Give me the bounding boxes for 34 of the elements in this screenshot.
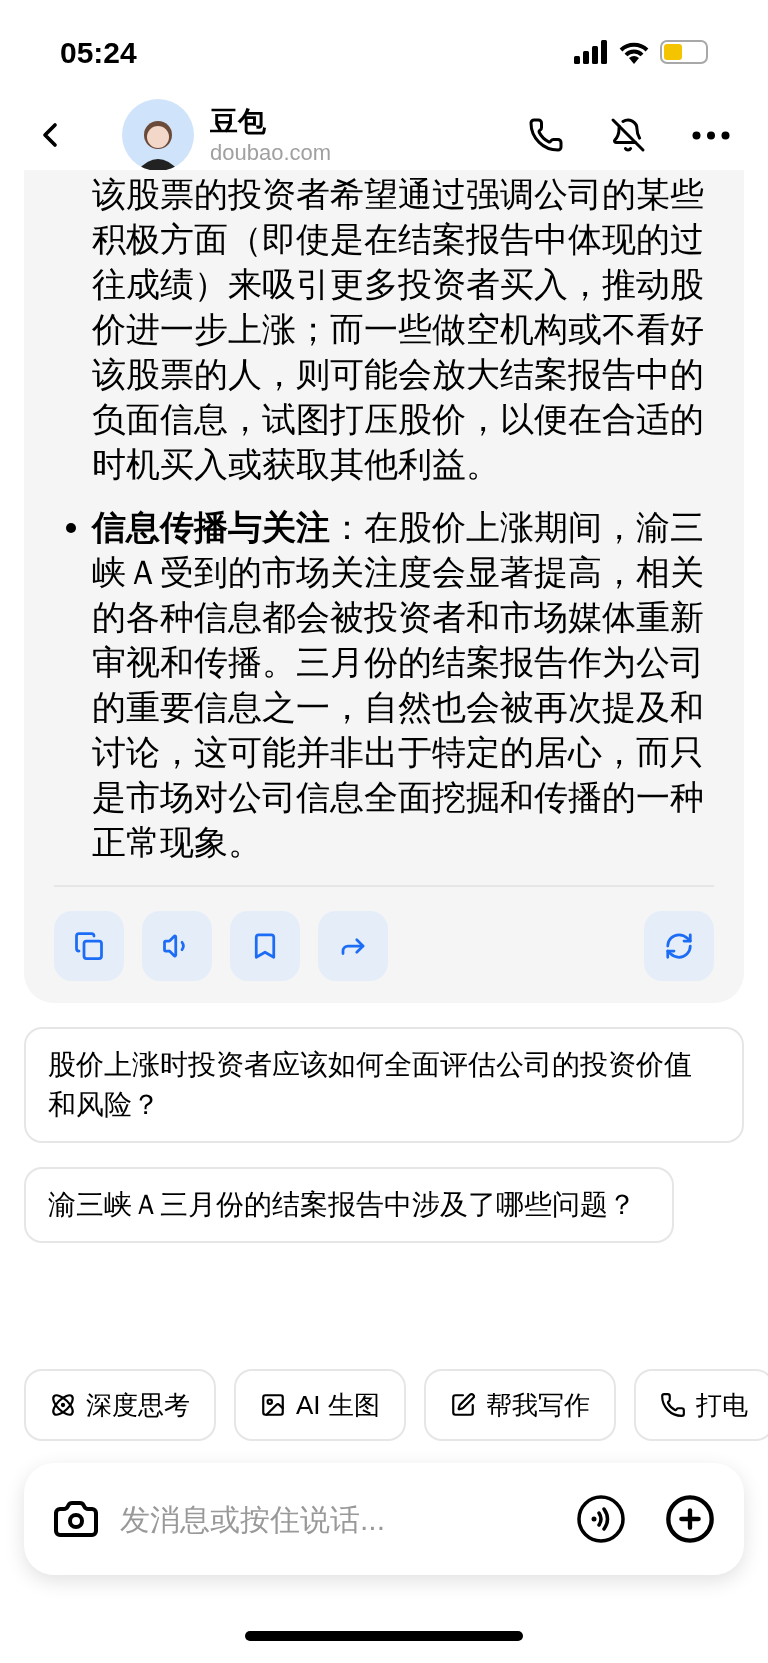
more-icon	[692, 130, 730, 140]
bookmark-button[interactable]	[230, 911, 300, 981]
atom-icon	[50, 1392, 76, 1418]
shortcut-chip[interactable]: 深度思考	[24, 1369, 216, 1441]
signal-icon	[574, 40, 608, 64]
voice-icon[interactable]	[576, 1494, 626, 1544]
chat-subtitle: doubao.com	[210, 138, 332, 167]
phone-icon	[659, 1392, 686, 1418]
bullet-icon	[66, 523, 76, 533]
image-icon	[260, 1392, 286, 1418]
shortcut-chip[interactable]: 打电	[633, 1369, 768, 1441]
mute-button[interactable]	[610, 117, 646, 153]
shortcut-chip[interactable]: AI 生图	[234, 1369, 406, 1441]
phone-icon	[528, 117, 564, 153]
regenerate-button[interactable]	[644, 911, 714, 981]
message-text: 该股票的投资者希望通过强调公司的某些积极方面（即使是在结案报告中体现的过往成绩）来吸引更多投资者买入，推动股价进一步上涨；而一些做空机构或不看好该股票的人，则可能会放大结案报告中的负面信息，试图打压股价，以便在合适的时机买入或获取其他利益。	[92, 174, 705, 485]
message-text: 信息传播与关注：在股价上涨期间，渝三峡Ａ受到的市场关注度会显著提高，相关的各种信息都会被投资者和市场媒体重新审视和传播。三月份的结案报告作为公司的重要信息之一，自然也会被再次提及和讨论，这可能并非出于特定的居心，而只是市场对公司信息全面挖掘和传播的一种正常现象。	[92, 507, 705, 863]
copy-icon	[74, 931, 104, 961]
chat-title: 豆包	[210, 104, 267, 139]
copy-button[interactable]	[54, 911, 124, 981]
refresh-icon	[664, 931, 694, 961]
more-button[interactable]	[692, 130, 730, 140]
clock: 05:24	[60, 34, 137, 71]
message-input[interactable]: 发消息或按住说话...	[120, 1496, 576, 1542]
edit-icon	[449, 1392, 476, 1418]
plus-icon[interactable]	[664, 1493, 716, 1545]
shortcut-chip[interactable]: 帮我写作	[423, 1369, 616, 1441]
call-button[interactable]	[528, 117, 564, 153]
suggestion-button[interactable]: 渝三峡Ａ三月份的结案报告中涉及了哪些问题？	[24, 1167, 674, 1243]
wifi-icon	[618, 40, 650, 64]
suggestion-button[interactable]: 股价上涨时投资者应该如何全面评估公司的投资价值和风险？	[24, 1027, 744, 1143]
read-aloud-button[interactable]	[142, 911, 212, 981]
bell-off-icon	[610, 117, 646, 153]
battery-icon	[660, 40, 708, 64]
